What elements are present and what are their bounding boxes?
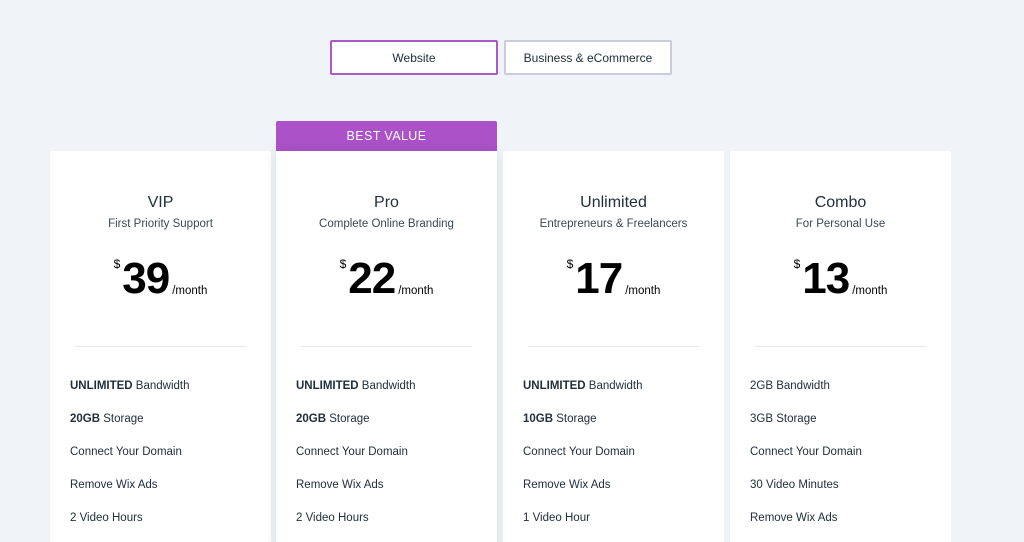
tab-business-ecommerce[interactable]: Business & eCommerce bbox=[504, 40, 672, 75]
feature-item: 10GB Storage bbox=[523, 412, 714, 445]
feature-item: Remove Wix Ads bbox=[296, 478, 487, 511]
divider bbox=[75, 346, 246, 347]
feature-text: Bandwidth bbox=[132, 380, 190, 392]
currency-symbol: $ bbox=[339, 257, 347, 271]
plan-name: Unlimited bbox=[580, 194, 647, 211]
divider bbox=[528, 346, 699, 347]
price-period: /month bbox=[852, 285, 888, 297]
plan-category-tabs: Website Business & eCommerce bbox=[330, 40, 672, 75]
plan-price: $39/month bbox=[50, 251, 271, 301]
plan-tagline: First Priority Support bbox=[108, 218, 213, 230]
feature-text: Bandwidth bbox=[585, 380, 643, 392]
feature-text: 2 Video Hours bbox=[296, 512, 369, 524]
feature-text: Connect Your Domain bbox=[296, 446, 408, 458]
feature-item: Connect Your Domain bbox=[750, 445, 941, 478]
feature-list: 2GB Bandwidth 3GB Storage Connect Your Dom… bbox=[750, 379, 941, 542]
price-amount: 22 bbox=[348, 254, 396, 303]
tab-website[interactable]: Website bbox=[330, 40, 498, 75]
feature-item: Remove Wix Ads bbox=[750, 511, 941, 542]
plan-card-combo[interactable]: Combo For Personal Use $13/month 2GB Bandwi… bbox=[730, 151, 951, 542]
feature-text: 30 Video Minutes bbox=[750, 479, 839, 491]
feature-item: 20GB Storage bbox=[70, 412, 261, 445]
feature-item: 30 Video Minutes bbox=[750, 478, 941, 511]
feature-text: Bandwidth bbox=[358, 380, 416, 392]
feature-text: Connect Your Domain bbox=[523, 446, 635, 458]
price-amount: 17 bbox=[575, 254, 623, 303]
feature-item: 2 Video Hours bbox=[296, 511, 487, 542]
feature-highlight: UNLIMITED bbox=[296, 380, 359, 392]
feature-item: Remove Wix Ads bbox=[523, 478, 714, 511]
feature-item: 1 Video Hour bbox=[523, 511, 714, 542]
feature-highlight: 20GB bbox=[70, 413, 101, 425]
feature-text: Storage bbox=[100, 413, 144, 425]
price-period: /month bbox=[398, 285, 434, 297]
feature-text: 2 Video Hours bbox=[70, 512, 143, 524]
feature-item: UNLIMITED Bandwidth bbox=[70, 379, 261, 412]
plan-name: Pro bbox=[374, 194, 399, 211]
plan-name: Combo bbox=[814, 194, 867, 211]
price-period: /month bbox=[172, 285, 208, 297]
currency-symbol: $ bbox=[113, 257, 121, 271]
feature-item: 2 Video Hours bbox=[70, 511, 261, 542]
feature-item: UNLIMITED Bandwidth bbox=[296, 379, 487, 412]
feature-item: Connect Your Domain bbox=[70, 445, 261, 478]
feature-list: UNLIMITED Bandwidth 20GB Storage Connect Y… bbox=[296, 379, 487, 542]
price-period: /month bbox=[625, 285, 661, 297]
plan-tagline: Complete Online Branding bbox=[319, 218, 454, 230]
price-amount: 13 bbox=[802, 254, 850, 303]
feature-text: 3GB Storage bbox=[750, 413, 817, 425]
feature-text: 1 Video Hour bbox=[523, 512, 590, 524]
feature-list: UNLIMITED Bandwidth 20GB Storage Connect Y… bbox=[70, 379, 261, 542]
feature-text: Remove Wix Ads bbox=[750, 512, 838, 524]
feature-highlight: 20GB bbox=[296, 413, 327, 425]
feature-item: Connect Your Domain bbox=[523, 445, 714, 478]
price-amount: 39 bbox=[122, 254, 170, 303]
feature-highlight: UNLIMITED bbox=[70, 380, 133, 392]
feature-highlight: 10GB bbox=[523, 413, 554, 425]
plan-name: VIP bbox=[147, 194, 174, 211]
plan-price: $13/month bbox=[730, 251, 951, 301]
feature-item: 20GB Storage bbox=[296, 412, 487, 445]
feature-text: Remove Wix Ads bbox=[70, 479, 158, 491]
feature-item: Remove Wix Ads bbox=[70, 478, 261, 511]
feature-item: 2GB Bandwidth bbox=[750, 379, 941, 412]
plan-card-unlimited[interactable]: Unlimited Entrepreneurs & Freelancers $17/… bbox=[503, 151, 724, 542]
feature-text: Remove Wix Ads bbox=[523, 479, 611, 491]
feature-text: 2GB Bandwidth bbox=[750, 380, 830, 392]
currency-symbol: $ bbox=[566, 257, 574, 271]
divider bbox=[301, 346, 472, 347]
plan-price: $22/month bbox=[276, 251, 497, 301]
feature-highlight: UNLIMITED bbox=[523, 380, 586, 392]
feature-text: Connect Your Domain bbox=[750, 446, 862, 458]
feature-item: 3GB Storage bbox=[750, 412, 941, 445]
divider bbox=[755, 346, 926, 347]
plan-tagline: Entrepreneurs & Freelancers bbox=[539, 218, 688, 230]
feature-item: Connect Your Domain bbox=[296, 445, 487, 478]
currency-symbol: $ bbox=[793, 257, 801, 271]
plan-tagline: For Personal Use bbox=[795, 218, 886, 230]
feature-text: Connect Your Domain bbox=[70, 446, 182, 458]
feature-text: Remove Wix Ads bbox=[296, 479, 384, 491]
best-value-badge: BEST VALUE bbox=[276, 121, 497, 151]
feature-list: UNLIMITED Bandwidth 10GB Storage Connect Y… bbox=[523, 379, 714, 542]
plan-card-pro[interactable]: Pro Complete Online Branding $22/month UNLI… bbox=[276, 151, 497, 542]
feature-text: Storage bbox=[553, 413, 597, 425]
plan-card-vip[interactable]: VIP First Priority Support $39/month UNLIMI… bbox=[50, 151, 271, 542]
plan-price: $17/month bbox=[503, 251, 724, 301]
feature-text: Storage bbox=[326, 413, 370, 425]
feature-item: UNLIMITED Bandwidth bbox=[523, 379, 714, 412]
